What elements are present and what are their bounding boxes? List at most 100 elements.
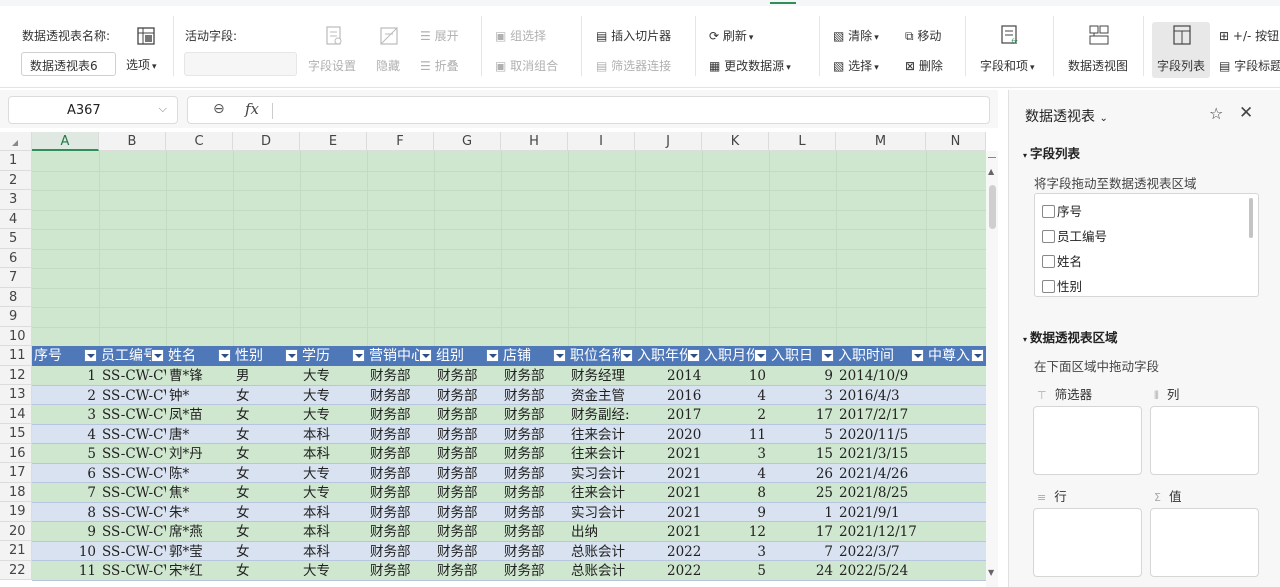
- table-cell[interactable]: 26: [769, 464, 836, 483]
- table-cell[interactable]: 财务部: [501, 503, 568, 522]
- ungroup-button[interactable]: ▣ 取消组合: [495, 57, 558, 74]
- table-cell[interactable]: 2021: [635, 503, 702, 522]
- table-cell[interactable]: 本科: [300, 522, 367, 541]
- table-cell[interactable]: 资金主管: [568, 386, 635, 405]
- table-cell[interactable]: 1: [32, 366, 99, 385]
- table-cell[interactable]: 5: [32, 444, 99, 463]
- table-cell[interactable]: 大专: [300, 464, 367, 483]
- table-cell[interactable]: 财务部: [501, 561, 568, 580]
- column-header[interactable]: J: [635, 132, 702, 151]
- table-cell[interactable]: 女: [233, 444, 300, 463]
- row-header[interactable]: 8: [0, 287, 32, 307]
- table-cell[interactable]: 8: [702, 483, 769, 502]
- table-cell[interactable]: 17: [769, 522, 836, 541]
- vertical-scrollbar[interactable]: ▲ ▼: [986, 151, 998, 587]
- table-cell[interactable]: 财务部: [367, 503, 434, 522]
- table-cell[interactable]: 3: [702, 542, 769, 561]
- field-list-scrollbar[interactable]: [1249, 198, 1253, 238]
- table-row[interactable]: 4SS-CW-CW-唐*女本科财务部财务部财务部往来会计20201152020/…: [32, 424, 986, 444]
- pane-title-dropdown[interactable]: 数据透视表 ⌄: [1025, 106, 1108, 126]
- table-cell[interactable]: 财务部: [434, 522, 501, 541]
- table-cell[interactable]: 财务部: [501, 522, 568, 541]
- table-cell[interactable]: 往来会计: [568, 425, 635, 444]
- filter-dropdown-button[interactable]: [151, 349, 164, 362]
- table-cell[interactable]: 10: [702, 366, 769, 385]
- table-cell[interactable]: 财务部: [434, 444, 501, 463]
- table-cell[interactable]: 2021/4/26: [836, 464, 926, 483]
- change-source-button[interactable]: ▦ 更改数据源 ▾: [709, 57, 791, 74]
- table-row[interactable]: 3SS-CW-CW-凤*苗女大专财务部财务部财务部财务副经:2017217201…: [32, 405, 986, 425]
- table-row[interactable]: 2SS-CW-CW-钟*女大专财务部财务部财务部资金主管2016432016/4…: [32, 385, 986, 405]
- table-row[interactable]: 11SS-CW-CW-宋*红女大专财务部财务部财务部总账会计2022524202…: [32, 561, 986, 581]
- table-cell[interactable]: 宋*红: [166, 561, 233, 580]
- table-cell[interactable]: 总账会计: [568, 542, 635, 561]
- table-cell[interactable]: 大专: [300, 405, 367, 424]
- checkbox[interactable]: [1042, 205, 1055, 218]
- group-select-button[interactable]: ▣ 组选择: [495, 27, 546, 44]
- table-cell[interactable]: 财务部: [434, 366, 501, 385]
- table-cell[interactable]: 财务部: [367, 405, 434, 424]
- column-header[interactable]: E: [300, 132, 367, 151]
- column-header[interactable]: A: [32, 132, 99, 151]
- table-cell[interactable]: 本科: [300, 503, 367, 522]
- row-header[interactable]: 21: [0, 541, 32, 561]
- table-cell[interactable]: 财务部: [434, 561, 501, 580]
- table-cell[interactable]: 2022: [635, 561, 702, 580]
- column-header[interactable]: F: [367, 132, 434, 151]
- table-cell[interactable]: 财务经理: [568, 366, 635, 385]
- select-button[interactable]: ▧ 选择 ▾: [833, 57, 879, 74]
- table-cell[interactable]: 实习会计: [568, 503, 635, 522]
- filter-dropdown-button[interactable]: [352, 349, 365, 362]
- field-item-seq[interactable]: 序号: [1042, 201, 1082, 220]
- table-cell[interactable]: 25: [769, 483, 836, 502]
- row-header[interactable]: 22: [0, 560, 32, 580]
- column-header[interactable]: C: [166, 132, 233, 151]
- table-cell[interactable]: 3: [702, 444, 769, 463]
- plus-minus-buttons-toggle[interactable]: ⊞ +/- 按钮: [1219, 27, 1279, 44]
- table-cell[interactable]: SS-CW-CW-: [99, 444, 166, 463]
- close-icon[interactable]: ✕: [1239, 103, 1253, 123]
- table-cell[interactable]: 2022/3/7: [836, 542, 926, 561]
- table-cell[interactable]: 2021: [635, 444, 702, 463]
- table-cell[interactable]: 9: [769, 366, 836, 385]
- table-cell[interactable]: 17: [769, 405, 836, 424]
- filter-dropdown-button[interactable]: [620, 349, 633, 362]
- row-header[interactable]: 18: [0, 482, 32, 502]
- table-cell[interactable]: 15: [769, 444, 836, 463]
- column-header[interactable]: I: [568, 132, 635, 151]
- row-header[interactable]: 12: [0, 365, 32, 385]
- table-cell[interactable]: 财务部: [434, 483, 501, 502]
- filter-dropdown-button[interactable]: [486, 349, 499, 362]
- table-cell[interactable]: 财务部: [367, 464, 434, 483]
- row-header[interactable]: 13: [0, 385, 32, 405]
- table-cell[interactable]: 女: [233, 561, 300, 580]
- filter-dropdown-button[interactable]: [687, 349, 700, 362]
- table-cell[interactable]: 5: [702, 561, 769, 580]
- filter-dropdown-button[interactable]: [285, 349, 298, 362]
- table-row[interactable]: 6SS-CW-CW-陈*女大专财务部财务部财务部实习会计20214262021/…: [32, 463, 986, 483]
- table-row[interactable]: 8SS-CW-CW-朱*女本科财务部财务部财务部实习会计2021912021/9…: [32, 502, 986, 522]
- table-cell[interactable]: 5: [769, 425, 836, 444]
- table-cell[interactable]: SS-CW-CW-: [99, 522, 166, 541]
- insert-slicer-button[interactable]: ▤ 插入切片器: [596, 27, 671, 44]
- table-cell[interactable]: 大专: [300, 561, 367, 580]
- table-cell[interactable]: 大专: [300, 366, 367, 385]
- filter-dropdown-button[interactable]: [218, 349, 231, 362]
- table-cell[interactable]: 3: [32, 405, 99, 424]
- field-item-employee-id[interactable]: 员工编号: [1042, 226, 1107, 245]
- table-cell[interactable]: 8: [32, 503, 99, 522]
- filter-connect-button[interactable]: ▤ 筛选器连接: [596, 57, 671, 74]
- table-cell[interactable]: 2021: [635, 483, 702, 502]
- table-cell[interactable]: 2021: [635, 464, 702, 483]
- select-all-corner[interactable]: [0, 132, 32, 151]
- filter-dropdown-button[interactable]: [754, 349, 767, 362]
- table-row[interactable]: 5SS-CW-CW-刘*丹女本科财务部财务部财务部往来会计20213152021…: [32, 444, 986, 464]
- table-cell[interactable]: SS-CW-CW-: [99, 503, 166, 522]
- table-cell[interactable]: 唐*: [166, 425, 233, 444]
- table-cell[interactable]: 3: [769, 386, 836, 405]
- table-cell[interactable]: 11: [32, 561, 99, 580]
- row-header[interactable]: 17: [0, 463, 32, 483]
- column-header[interactable]: G: [434, 132, 501, 151]
- table-cell[interactable]: SS-CW-CW-: [99, 366, 166, 385]
- formula-input[interactable]: ⊖ fx: [187, 96, 990, 124]
